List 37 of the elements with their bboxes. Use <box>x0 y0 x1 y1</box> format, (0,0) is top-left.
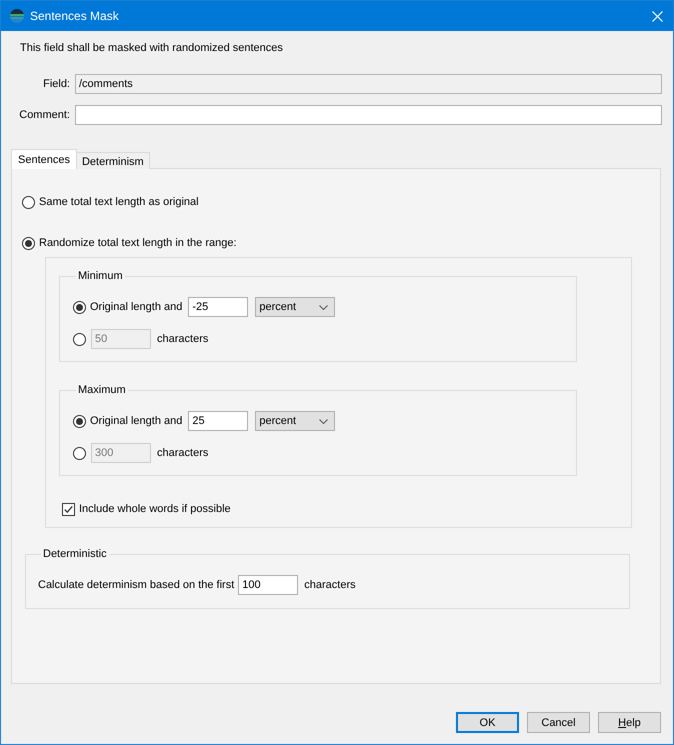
radio-button[interactable] <box>22 196 35 208</box>
text-field[interactable]: /comments <box>75 74 662 94</box>
unit-label: characters <box>157 333 208 345</box>
unit-dropdown[interactable]: percent <box>255 297 336 317</box>
app-icon <box>10 9 24 23</box>
radio-label: Original length and <box>90 300 182 314</box>
chevron-down-icon <box>319 418 328 424</box>
group-title: Deterministic <box>42 547 108 561</box>
checkbox[interactable] <box>62 502 75 516</box>
tab[interactable]: Sentences <box>11 149 77 169</box>
field-label: Calculate determinism based on the first <box>38 579 234 591</box>
radio-label: Original length and <box>90 414 182 428</box>
group-title: Maximum <box>77 383 127 397</box>
checkbox-label: Include whole words if possible <box>79 502 231 516</box>
unit-label: characters <box>157 447 208 459</box>
radio-button[interactable] <box>73 414 86 428</box>
tab[interactable]: Determinism <box>76 152 150 169</box>
field-label: Field: <box>42 78 70 90</box>
text-field[interactable]: 25 <box>188 411 248 431</box>
unit-dropdown[interactable]: percent <box>255 411 336 431</box>
dialog-button[interactable]: Help <box>598 712 661 733</box>
text-field[interactable]: -25 <box>188 297 248 317</box>
text-field[interactable]: 100 <box>238 575 298 595</box>
chevron-down-icon <box>319 304 328 310</box>
close-icon <box>652 10 662 22</box>
field-label: Comment: <box>18 109 70 121</box>
unit-label: characters <box>304 579 356 591</box>
description-text: This field shall be masked with randomized sentences <box>20 41 284 55</box>
text-field[interactable] <box>75 105 662 125</box>
group-title: Minimum <box>77 269 124 283</box>
radio-label: Randomize total text length in the range: <box>39 236 237 250</box>
dialog-button[interactable]: Cancel <box>527 712 590 733</box>
radio-label: Same total text length as original <box>39 195 199 209</box>
radio-button[interactable] <box>22 236 35 250</box>
radio-button[interactable] <box>73 300 86 314</box>
dialog-button[interactable]: OK <box>456 712 519 733</box>
window-title: Sentences Mask <box>30 8 119 24</box>
